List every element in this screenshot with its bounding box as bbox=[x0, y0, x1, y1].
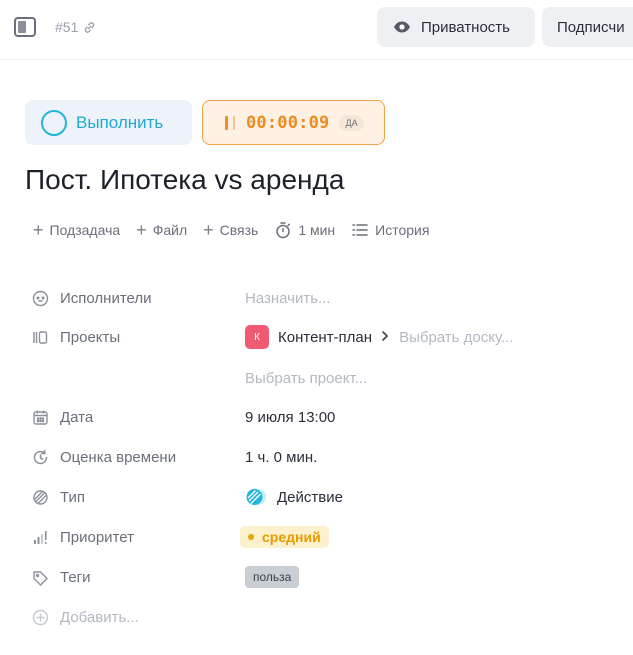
add-file-button[interactable]: + Файл bbox=[136, 221, 187, 239]
add-property-label: Добавить... bbox=[60, 608, 139, 626]
history-label: История bbox=[375, 222, 430, 238]
plus-icon: + bbox=[33, 220, 44, 240]
action-type-icon bbox=[245, 486, 267, 508]
type-text: Действие bbox=[277, 488, 343, 506]
privacy-label: Приватность bbox=[421, 18, 510, 36]
refresh-icon bbox=[31, 448, 49, 466]
stopwatch-icon bbox=[274, 221, 292, 239]
priority-value[interactable]: средний bbox=[240, 525, 329, 549]
project-value: К Контент-план Выбрать доску... bbox=[245, 325, 513, 349]
priority-badge: средний bbox=[240, 526, 329, 548]
tag-icon bbox=[31, 568, 49, 586]
add-property-button[interactable]: Добавить... bbox=[31, 606, 139, 628]
tags-value[interactable]: польза bbox=[245, 565, 300, 589]
task-id-label: #51 bbox=[55, 19, 79, 35]
projects-label: Проекты bbox=[60, 328, 121, 346]
task-title[interactable]: Пост. Ипотека vs аренда bbox=[25, 164, 344, 196]
property-priority: Приоритет bbox=[31, 526, 134, 548]
property-estimate: Оценка времени bbox=[31, 446, 176, 468]
time-tracked-button[interactable]: 1 мин bbox=[274, 221, 335, 239]
add-circle-icon bbox=[31, 608, 49, 626]
select-board-button[interactable]: Выбрать доску... bbox=[399, 329, 513, 346]
priority-text: средний bbox=[262, 529, 321, 545]
tags-label: Теги bbox=[60, 568, 91, 586]
assignee-icon bbox=[31, 289, 49, 307]
subtask-label: Подзадача bbox=[49, 222, 121, 238]
tag-badge[interactable]: польза bbox=[245, 566, 300, 588]
priority-dot bbox=[248, 534, 254, 540]
date-value[interactable]: 9 июля 13:00 bbox=[245, 406, 335, 428]
calendar-icon bbox=[31, 408, 49, 426]
link-label: Связь bbox=[219, 222, 259, 238]
type-value[interactable]: Действие bbox=[245, 485, 343, 509]
date-label: Дата bbox=[60, 408, 94, 426]
assign-button[interactable]: Назначить... bbox=[245, 287, 331, 309]
property-tags: Теги bbox=[31, 566, 91, 588]
time-label: 1 мин bbox=[298, 222, 336, 238]
top-bar: #51 Приватность Подписчи bbox=[0, 0, 633, 60]
signal-icon bbox=[31, 528, 49, 546]
property-assignees: Исполнители bbox=[31, 287, 152, 309]
complete-circle-icon bbox=[41, 109, 67, 136]
panel-toggle-icon[interactable] bbox=[14, 17, 36, 37]
subscribe-label: Подписчи bbox=[557, 18, 625, 36]
project-link[interactable]: Контент-план bbox=[278, 329, 372, 346]
add-link-button[interactable]: + Связь bbox=[203, 221, 258, 239]
privacy-button[interactable]: Приватность bbox=[377, 7, 535, 47]
property-date: Дата bbox=[31, 406, 93, 428]
eye-icon bbox=[393, 18, 411, 36]
project-badge: К bbox=[245, 325, 269, 349]
projects-icon bbox=[31, 328, 49, 346]
type-label: Тип bbox=[60, 488, 86, 506]
link-icon[interactable] bbox=[83, 21, 96, 34]
estimate-label: Оценка времени bbox=[60, 448, 177, 466]
plus-icon: + bbox=[203, 220, 214, 240]
property-type: Тип bbox=[31, 486, 85, 508]
history-button[interactable]: История bbox=[351, 221, 429, 239]
add-subtask-button[interactable]: + Подзадача bbox=[33, 221, 120, 239]
complete-button[interactable]: Выполнить bbox=[25, 100, 192, 145]
estimate-value[interactable]: 1 ч. 0 мин. bbox=[245, 446, 317, 468]
pause-icon bbox=[225, 115, 235, 130]
subscribe-button[interactable]: Подписчи bbox=[542, 7, 633, 47]
select-project-button[interactable]: Выбрать проект... bbox=[245, 367, 367, 389]
assignees-label: Исполнители bbox=[60, 289, 152, 307]
priority-label: Приоритет bbox=[60, 528, 134, 546]
type-icon bbox=[31, 488, 49, 506]
chevron-right-icon bbox=[381, 329, 389, 345]
plus-icon: + bbox=[136, 220, 147, 240]
task-id[interactable]: #51 bbox=[55, 19, 96, 35]
timer-value: 00:00:09 bbox=[246, 112, 330, 133]
file-label: Файл bbox=[152, 222, 188, 238]
timer-badge: ДА bbox=[339, 114, 364, 131]
complete-label: Выполнить bbox=[76, 112, 164, 132]
property-projects: Проекты bbox=[31, 326, 120, 348]
list-icon bbox=[351, 221, 369, 239]
timer-button[interactable]: 00:00:09 ДА bbox=[202, 100, 385, 145]
quick-actions: + Подзадача + Файл + Связь 1 мин История bbox=[33, 221, 445, 239]
